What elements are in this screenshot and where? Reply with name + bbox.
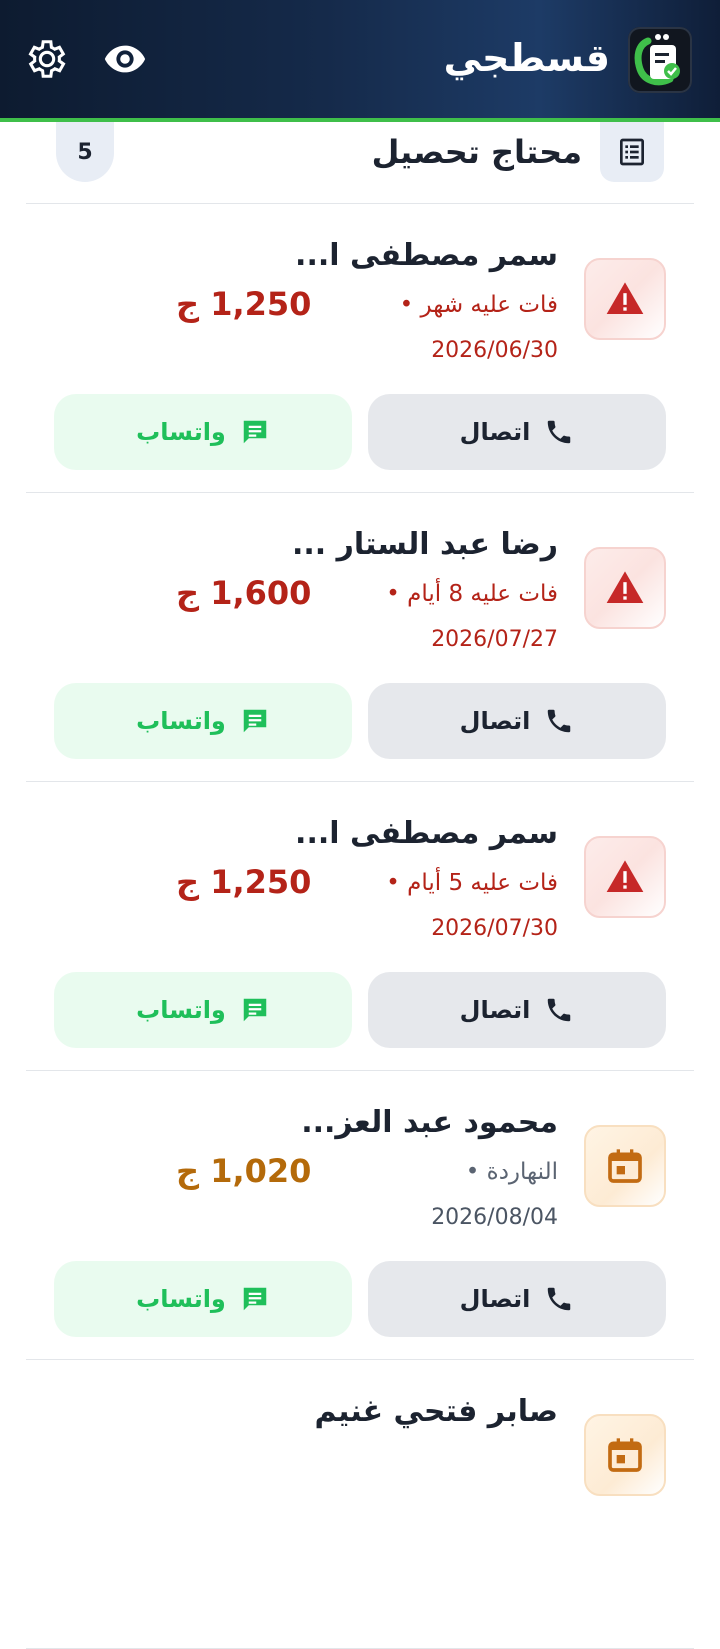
customer-card[interactable]: محمود عبد العز... النهاردة • 2026/08/04 1,0… xyxy=(26,1071,694,1360)
call-label: اتصال xyxy=(459,418,531,446)
due-date: 2026/07/30 xyxy=(431,916,558,941)
whatsapp-button[interactable]: واتساب xyxy=(54,1261,352,1337)
whatsapp-label: واتساب xyxy=(136,996,226,1024)
call-label: اتصال xyxy=(459,707,531,735)
call-button[interactable]: اتصال xyxy=(368,394,666,470)
warning-icon xyxy=(584,258,666,340)
whatsapp-button[interactable]: واتساب xyxy=(54,972,352,1048)
whatsapp-label: واتساب xyxy=(136,418,226,446)
calendar-icon xyxy=(584,1125,666,1207)
receipt-list-icon xyxy=(600,122,664,182)
app-title: قسطجي xyxy=(443,36,610,80)
phone-icon xyxy=(548,1287,571,1311)
due-date: 2026/06/30 xyxy=(431,338,558,363)
warning-icon xyxy=(584,836,666,918)
section-title: محتاج تحصيل xyxy=(371,133,582,171)
count-badge: 5 xyxy=(56,122,114,182)
calendar-icon xyxy=(584,1414,666,1496)
amount: 1,600 ج xyxy=(176,574,312,612)
call-button[interactable]: اتصال xyxy=(368,683,666,759)
message-icon xyxy=(243,420,267,444)
warning-icon xyxy=(584,547,666,629)
phone-icon xyxy=(548,709,571,733)
call-button[interactable]: اتصال xyxy=(368,972,666,1048)
message-icon xyxy=(243,998,267,1022)
call-label: اتصال xyxy=(459,996,531,1024)
gear-icon[interactable] xyxy=(24,36,70,82)
customer-name[interactable]: صابر فتحي غنيم xyxy=(315,1390,558,1434)
customer-card[interactable]: صابر فتحي غنيم xyxy=(26,1360,694,1649)
message-icon xyxy=(243,709,267,733)
amount: 1,250 ج xyxy=(176,285,312,323)
due-status: فات عليه 5 أيام • xyxy=(386,870,558,896)
customer-name[interactable]: رضا عبد الستار ... xyxy=(292,523,558,567)
due-date: 2026/08/04 xyxy=(431,1205,558,1230)
due-status: النهاردة • xyxy=(465,1159,558,1185)
due-status: فات عليه شهر • xyxy=(399,292,558,318)
customer-card[interactable]: سمر مصطفى ا... فات عليه 5 أيام • 2026/07/3… xyxy=(26,782,694,1071)
customer-name[interactable]: محمود عبد العز... xyxy=(301,1101,558,1145)
phone-icon xyxy=(548,998,571,1022)
due-status: فات عليه 8 أيام • xyxy=(386,581,558,607)
call-button[interactable]: اتصال xyxy=(368,1261,666,1337)
amount: 1,020 ج xyxy=(176,1152,312,1190)
due-date: 2026/07/27 xyxy=(431,627,558,652)
whatsapp-label: واتساب xyxy=(136,1285,226,1313)
whatsapp-button[interactable]: واتساب xyxy=(54,394,352,470)
whatsapp-button[interactable]: واتساب xyxy=(54,683,352,759)
customer-card[interactable]: رضا عبد الستار ... فات عليه 8 أيام • 2026/… xyxy=(26,493,694,782)
call-label: اتصال xyxy=(459,1285,531,1313)
amount: 1,250 ج xyxy=(176,863,312,901)
app-header: قسطجي xyxy=(0,0,720,122)
section-header: محتاج تحصيل 5 xyxy=(26,122,694,204)
customer-card[interactable]: سمر مصطفى ا... فات عليه شهر • 2026/06/30 1,… xyxy=(26,204,694,493)
app-logo-icon xyxy=(628,27,692,93)
message-icon xyxy=(243,1287,267,1311)
customer-name[interactable]: سمر مصطفى ا... xyxy=(295,812,558,856)
customer-name[interactable]: سمر مصطفى ا... xyxy=(295,234,558,278)
phone-icon xyxy=(548,420,571,444)
eye-icon[interactable] xyxy=(102,36,148,82)
whatsapp-label: واتساب xyxy=(136,707,226,735)
